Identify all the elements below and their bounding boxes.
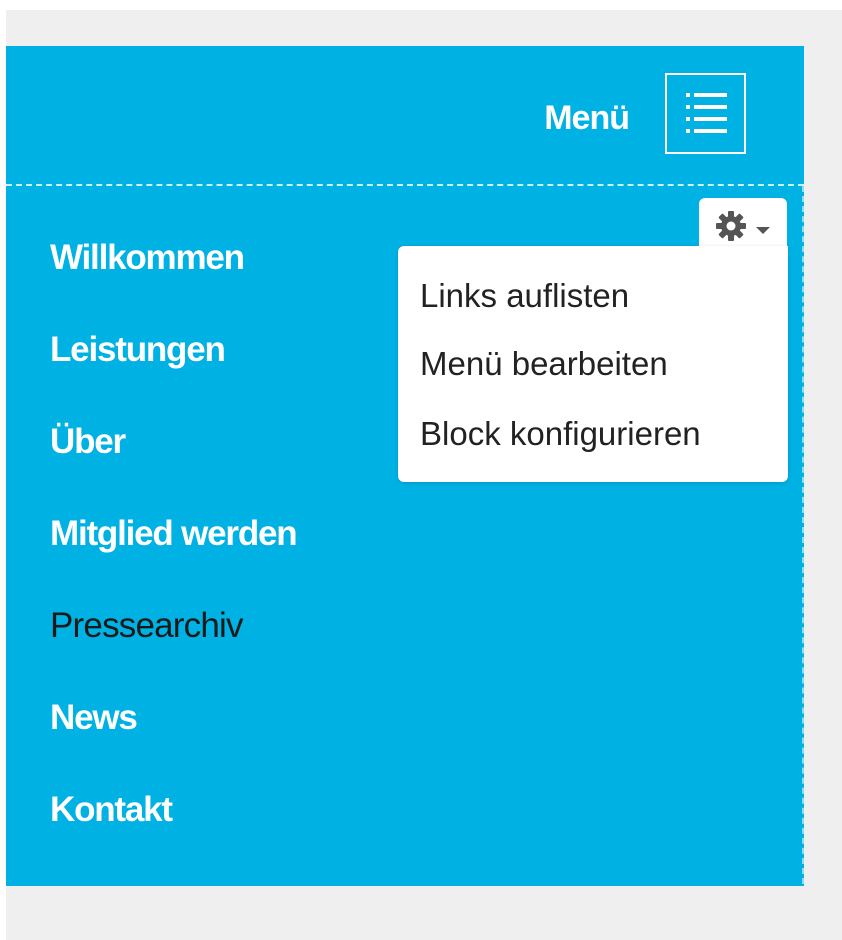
contextual-links-button[interactable] [699, 198, 787, 252]
menu-toggle-button[interactable] [665, 73, 746, 154]
nav-item-news[interactable]: News [50, 691, 296, 783]
gear-icon [716, 211, 746, 241]
dropdown-item-links-auflisten[interactable]: Links auflisten [420, 276, 629, 316]
nav-item-willkommen[interactable]: Willkommen [50, 231, 296, 323]
menu-block: Menü Willkommen Leistungen Über Mitglied… [6, 46, 804, 886]
nav-item-ueber[interactable]: Über [50, 415, 296, 507]
block-outline [802, 186, 804, 884]
nav-list: Willkommen Leistungen Über Mitglied werd… [50, 231, 298, 875]
block-divider [6, 184, 804, 186]
nav-item-pressearchiv[interactable]: Pressearchiv [50, 599, 296, 691]
nav-item-kontakt[interactable]: Kontakt [50, 783, 296, 875]
menu-header: Menü [6, 46, 804, 186]
nav-item-leistungen[interactable]: Leistungen [50, 323, 296, 415]
hamburger-list-icon [686, 93, 727, 133]
dropdown-item-menue-bearbeiten[interactable]: Menü bearbeiten [420, 344, 668, 384]
nav-item-mitglied-werden[interactable]: Mitglied werden [50, 507, 298, 599]
contextual-links-dropdown: Links auflisten Menü bearbeiten Block ko… [398, 246, 788, 482]
chevron-down-icon [756, 227, 770, 234]
dropdown-item-block-konfigurieren[interactable]: Block konfigurieren [420, 414, 701, 454]
menu-label: Menü [544, 99, 630, 137]
